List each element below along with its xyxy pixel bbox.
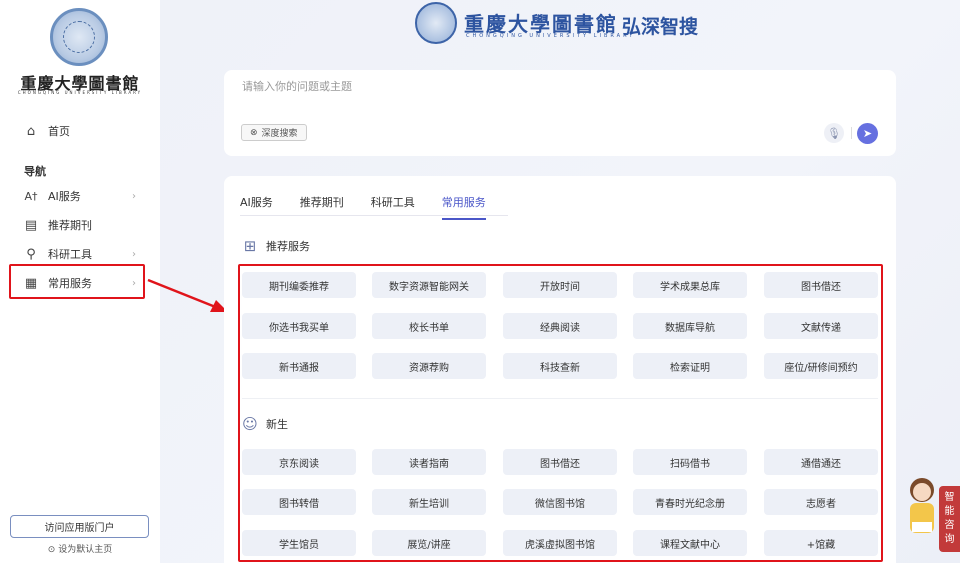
tab-underline (240, 215, 508, 216)
home-icon: ⌂ (26, 123, 36, 139)
journal-icon: ▤ (24, 217, 38, 233)
smart-consult-button[interactable]: 智 能 咨 询 (939, 486, 960, 552)
sidebar-item-journals[interactable]: ▤ 推荐期刊 (10, 212, 146, 238)
divider (851, 127, 852, 139)
grid-apps-icon: ⊞ (243, 237, 257, 255)
sidebar-item-ai-service[interactable]: A† AI服务 › (10, 183, 146, 209)
annotation-arrow-icon (147, 278, 228, 312)
sidebar-item-home[interactable]: ⌂ 首页 (10, 118, 146, 144)
tab-bar: AI服务 推荐期刊 科研工具 常用服务 (240, 194, 513, 220)
sidebar: 重慶大學圖書館 CHONGQING UNIVERSITY LIBRARY ⌂ 首… (0, 0, 160, 563)
check-circle-icon: ⊙ (47, 545, 56, 555)
visit-app-portal-button[interactable]: 访问应用版门户 (10, 515, 149, 538)
tab-research-tools[interactable]: 科研工具 (371, 194, 415, 220)
microscope-icon: ⚲ (26, 246, 36, 262)
university-seal-logo (50, 8, 108, 66)
tab-journals[interactable]: 推荐期刊 (300, 194, 344, 220)
tab-common-services[interactable]: 常用服务 (441, 194, 486, 220)
assistant-avatar-icon[interactable] (902, 470, 942, 550)
send-icon[interactable]: ➤ (857, 123, 878, 144)
sidebar-item-label: 首页 (48, 125, 70, 138)
microphone-icon[interactable]: 🎙 (824, 123, 844, 143)
library-name-en: CHONGQING UNIVERSITY LIBRARY (17, 90, 143, 95)
sidebar-item-label: 科研工具 (48, 248, 92, 261)
tab-ai-service[interactable]: AI服务 (240, 194, 273, 220)
product-name: 弘深智搜 (622, 16, 699, 38)
set-default-home-link[interactable]: ⊙ 设为默认主页 (0, 542, 160, 555)
nav-heading: 导航 (24, 165, 46, 178)
deep-search-icon: ⊗ (250, 127, 258, 138)
sidebar-item-label: AI服务 (48, 190, 81, 203)
chevron-right-icon: › (132, 248, 136, 260)
search-input[interactable] (242, 80, 742, 93)
search-card: ⊗ 深度搜索 🎙 ➤ (224, 70, 896, 156)
highlight-box-services (238, 264, 883, 562)
ai-icon: A† (24, 189, 38, 203)
university-seal-logo (415, 2, 457, 44)
deep-search-button[interactable]: ⊗ 深度搜索 (241, 124, 307, 141)
section-title-recommended: ⊞ 推荐服务 (240, 236, 310, 256)
sidebar-item-label: 推荐期刊 (48, 219, 92, 232)
highlight-box-sidebar (9, 264, 145, 299)
chevron-right-icon: › (132, 190, 136, 202)
header-library-name-en: CHONGQING UNIVERSITY LIBRARY (466, 33, 636, 39)
